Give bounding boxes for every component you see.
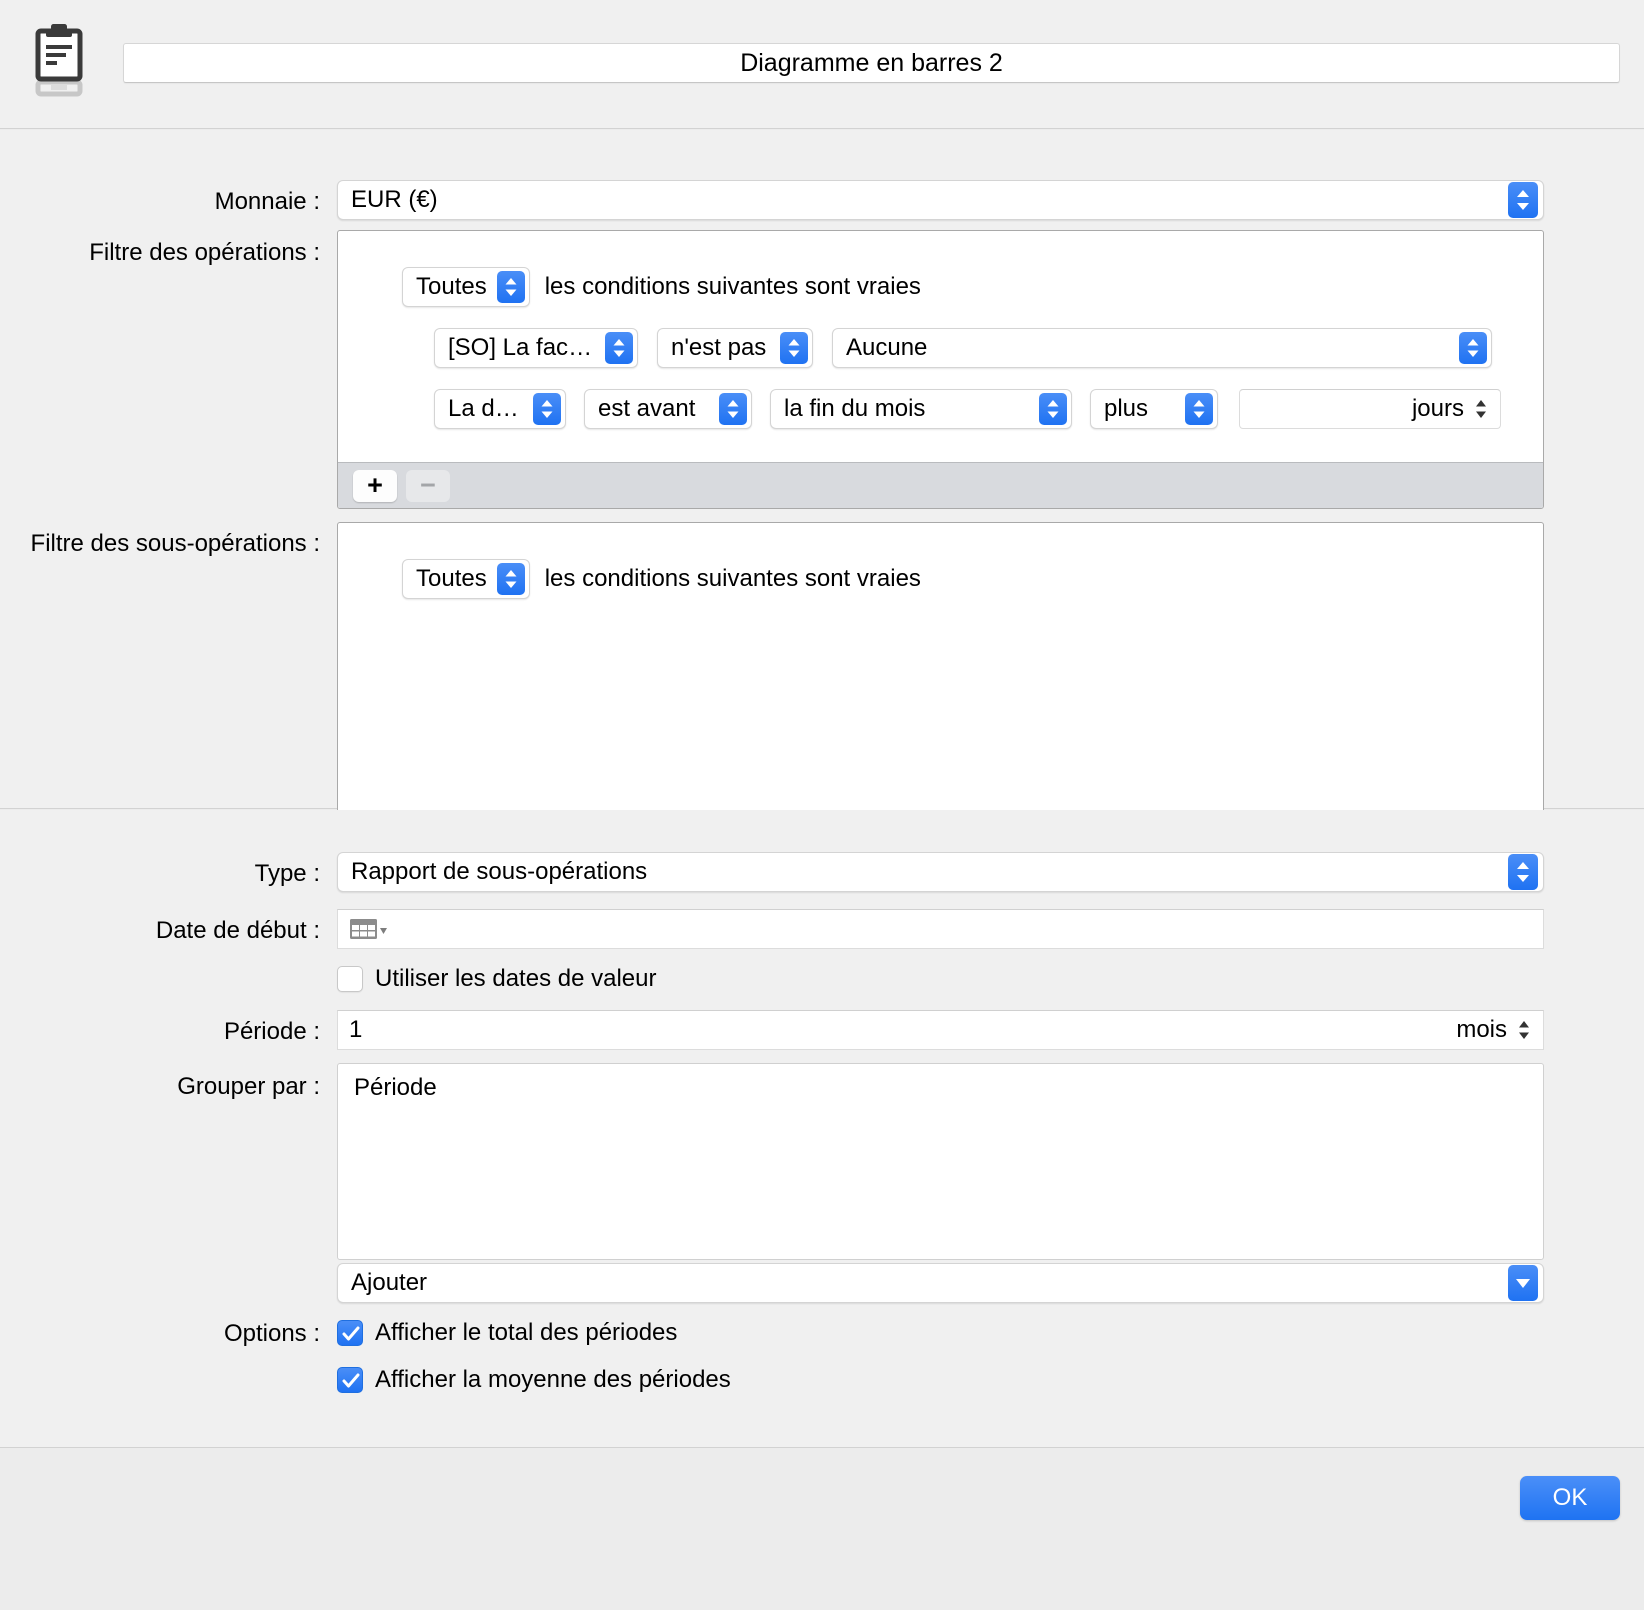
start-date-field[interactable] xyxy=(337,909,1544,949)
filters-panel: Monnaie : EUR (€) Filtre des opérations … xyxy=(0,130,1644,902)
period-unit-label: mois xyxy=(1456,1016,1507,1043)
chevron-updown-icon[interactable] xyxy=(1508,854,1538,890)
show-period-total-checkbox[interactable] xyxy=(337,1320,363,1346)
show-period-average-label: Afficher la moyenne des périodes xyxy=(375,1366,731,1393)
rule1-operator-value: n'est pas xyxy=(671,334,767,361)
chevron-updown-icon[interactable] xyxy=(496,271,525,303)
rule2-modifier-popup[interactable]: plus xyxy=(1090,389,1218,429)
ok-button[interactable]: OK xyxy=(1520,1476,1620,1520)
suboperations-match-value: Toutes xyxy=(416,565,487,592)
list-item[interactable]: Période xyxy=(338,1064,1543,1102)
add-group-value: Ajouter xyxy=(351,1269,428,1296)
add-group-popup[interactable]: Ajouter xyxy=(337,1263,1544,1303)
page-title: Diagramme en barres 2 xyxy=(740,48,1003,77)
use-value-dates-row[interactable]: Utiliser les dates de valeur xyxy=(337,965,656,993)
rule2-anchor-value: la fin du mois xyxy=(784,395,926,422)
currency-label: Monnaie : xyxy=(214,188,320,215)
start-date-label: Date de début : xyxy=(155,917,320,944)
clipboard-icon xyxy=(31,23,87,98)
chevron-updown-icon[interactable] xyxy=(1515,1016,1533,1044)
operations-match-sentence: les conditions suivantes sont vraies xyxy=(544,273,921,300)
chevron-updown-icon[interactable] xyxy=(719,393,747,425)
options-panel: Type : Rapport de sous-opérations Date d… xyxy=(0,810,1644,1448)
chevron-updown-icon[interactable] xyxy=(605,332,633,364)
remove-operation-rule-button[interactable]: − xyxy=(406,469,450,502)
chevron-updown-icon[interactable] xyxy=(1508,182,1538,218)
suboperations-match-popup[interactable]: Toutes xyxy=(402,559,530,599)
add-operation-rule-button[interactable]: + xyxy=(353,469,397,502)
operations-rule-row-1: [SO] La factu... n'est pas Aucune xyxy=(434,328,1492,368)
show-period-average-row[interactable]: Afficher la moyenne des périodes xyxy=(337,1366,731,1394)
rule2-modifier-value: plus xyxy=(1104,395,1149,422)
operations-filter-toolbar: + − xyxy=(338,462,1543,508)
rule1-operator-popup[interactable]: n'est pas xyxy=(657,328,813,368)
suboperations-match-sentence: les conditions suivantes sont vraies xyxy=(544,565,921,592)
period-field[interactable]: 1 mois xyxy=(337,1010,1544,1050)
suboperations-filter-label: Filtre des sous-opérations : xyxy=(30,530,320,557)
chevron-updown-icon[interactable] xyxy=(1459,332,1487,364)
rule2-field-popup[interactable]: La date xyxy=(434,389,566,429)
operations-rule-row-2: La date est avant la fin du mois plus jo… xyxy=(434,389,1501,429)
dialog-header: Diagramme en barres 2 xyxy=(0,0,1644,129)
group-by-list[interactable]: Période xyxy=(337,1063,1544,1260)
chevron-updown-icon[interactable] xyxy=(1039,393,1067,425)
rule2-unit-label: jours xyxy=(1411,395,1464,422)
use-value-dates-checkbox[interactable] xyxy=(337,966,363,992)
options-label: Options : xyxy=(223,1320,320,1347)
operations-filter-label: Filtre des opérations : xyxy=(89,239,320,266)
window-title-field[interactable]: Diagramme en barres 2 xyxy=(123,43,1620,83)
rule2-anchor-popup[interactable]: la fin du mois xyxy=(770,389,1072,429)
type-value: Rapport de sous-opérations xyxy=(351,858,648,885)
chevron-down-icon[interactable] xyxy=(1508,1265,1538,1301)
calendar-icon[interactable] xyxy=(349,915,389,943)
suboperations-match-row: Toutes les conditions suivantes sont vra… xyxy=(402,559,921,599)
group-by-label: Grouper par : xyxy=(177,1073,320,1100)
period-value: 1 xyxy=(349,1016,363,1043)
show-period-average-checkbox[interactable] xyxy=(337,1367,363,1393)
chevron-updown-icon[interactable] xyxy=(496,563,525,595)
show-period-total-row[interactable]: Afficher le total des périodes xyxy=(337,1319,677,1347)
operations-filter-box: Toutes les conditions suivantes sont vra… xyxy=(337,230,1544,509)
type-label: Type : xyxy=(254,860,320,887)
rule2-amount-field[interactable]: jours xyxy=(1239,389,1501,429)
currency-value: EUR (€) xyxy=(351,186,438,213)
operations-match-row: Toutes les conditions suivantes sont vra… xyxy=(402,267,921,307)
rule2-field-value: La date xyxy=(448,395,523,422)
rule2-operator-popup[interactable]: est avant xyxy=(584,389,752,429)
chevron-updown-icon[interactable] xyxy=(1472,395,1490,423)
rule2-operator-value: est avant xyxy=(598,395,696,422)
operations-match-popup[interactable]: Toutes xyxy=(402,267,530,307)
rule1-value-popup[interactable]: Aucune xyxy=(832,328,1492,368)
period-label: Période : xyxy=(223,1018,320,1045)
currency-popup[interactable]: EUR (€) xyxy=(337,180,1544,220)
type-popup[interactable]: Rapport de sous-opérations xyxy=(337,852,1544,892)
rule1-field-popup[interactable]: [SO] La factu... xyxy=(434,328,638,368)
operations-match-value: Toutes xyxy=(416,273,487,300)
chevron-updown-icon[interactable] xyxy=(780,332,808,364)
show-period-total-label: Afficher le total des périodes xyxy=(375,1319,678,1346)
use-value-dates-label: Utiliser les dates de valeur xyxy=(375,965,657,992)
rule1-field-value: [SO] La factu... xyxy=(448,334,595,361)
rule1-value: Aucune xyxy=(846,334,928,361)
dialog-footer: OK xyxy=(0,1449,1644,1610)
chevron-updown-icon[interactable] xyxy=(1185,393,1213,425)
chevron-updown-icon[interactable] xyxy=(533,393,561,425)
